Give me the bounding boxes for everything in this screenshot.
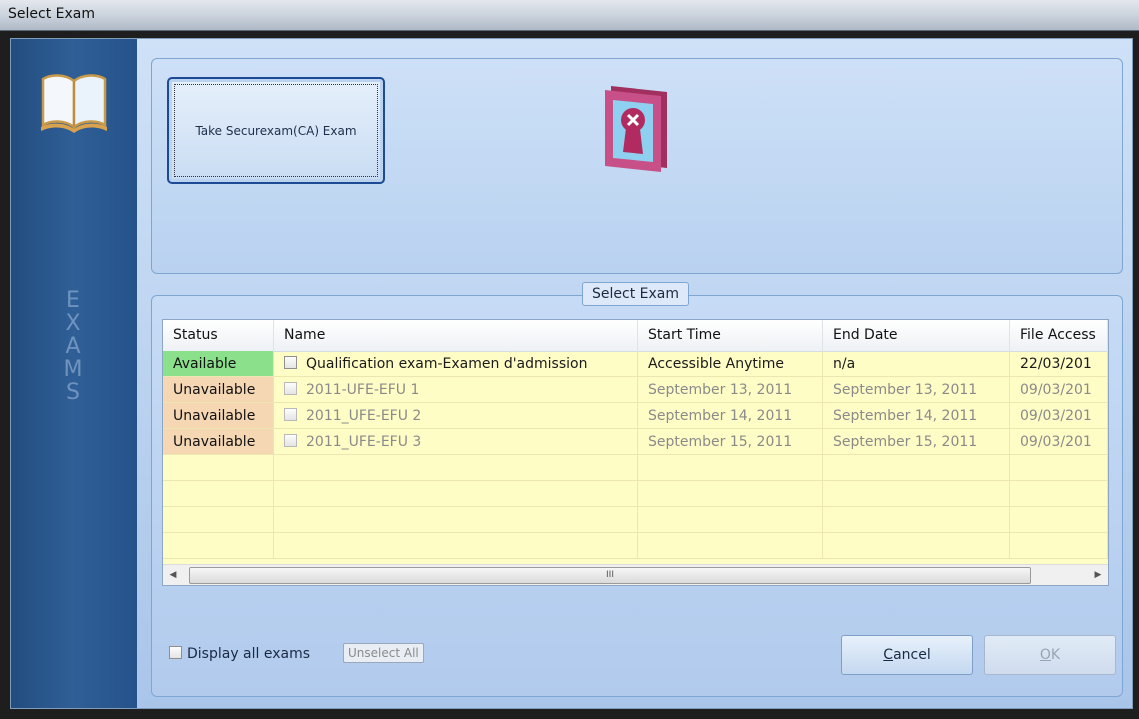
open-book-icon [41, 74, 107, 133]
end-date-cell: n/a [823, 351, 1010, 377]
sidebar: E X A M S [11, 39, 137, 708]
table-row[interactable]: Unavailable 2011_UFE-EFU 2 September 14,… [163, 403, 1108, 429]
end-date-cell: September 13, 2011 [823, 377, 1010, 403]
exam-name: 2011_UFE-EFU 2 [306, 408, 422, 424]
empty-cell [1010, 507, 1108, 533]
empty-cell [1010, 455, 1108, 481]
empty-cell [163, 481, 274, 507]
empty-row [163, 455, 1108, 481]
start-time-cell: Accessible Anytime [638, 351, 823, 377]
exam-name-cell: 2011-UFE-EFU 1 [274, 377, 638, 403]
exam-name: 2011_UFE-EFU 3 [306, 434, 422, 450]
sidebar-letter: M [63, 357, 83, 382]
exam-name-cell: 2011_UFE-EFU 3 [274, 429, 638, 455]
exam-launch-panel: Take Securexam(CA) Exam [151, 58, 1123, 274]
display-all-exams-checkbox[interactable]: Display all exams [169, 646, 310, 662]
table-row[interactable]: Unavailable 2011-UFE-EFU 1 September 13,… [163, 377, 1108, 403]
take-exam-button-label: Take Securexam(CA) Exam [174, 84, 378, 177]
empty-cell [163, 455, 274, 481]
sidebar-letter: E [66, 288, 80, 313]
empty-row [163, 507, 1108, 533]
column-header-file-access[interactable]: File Access [1010, 320, 1108, 351]
title-bar[interactable]: Select Exam [0, 0, 1139, 31]
file-access-cell: 09/03/201 [1010, 403, 1108, 429]
main-area: Take Securexam(CA) Exam Select Exam Stat… [137, 39, 1132, 708]
empty-cell [823, 455, 1010, 481]
empty-cell [163, 533, 274, 559]
lock-icon [605, 86, 667, 172]
empty-cell [823, 507, 1010, 533]
empty-cell [823, 533, 1010, 559]
status-badge: Available [163, 351, 274, 377]
exam-name-cell: 2011_UFE-EFU 2 [274, 403, 638, 429]
empty-cell [638, 481, 823, 507]
sidebar-letter: S [66, 380, 80, 405]
ok-label: K [1050, 647, 1061, 663]
grid-header: Status Name Start Time End Date File Acc… [163, 320, 1108, 352]
scroll-right-icon[interactable]: ▶ [1088, 565, 1108, 585]
exams-vertical-label: E X A M S [58, 289, 88, 404]
exam-name-cell: Qualification exam-Examen d'admission [274, 351, 638, 377]
group-title: Select Exam [582, 282, 689, 306]
ok-button[interactable]: OK [984, 635, 1116, 675]
end-date-cell: September 14, 2011 [823, 403, 1010, 429]
table-row[interactable]: Available Qualification exam-Examen d'ad… [163, 351, 1108, 377]
unselect-all-button[interactable]: Unselect All [343, 643, 424, 663]
start-time-cell: September 14, 2011 [638, 403, 823, 429]
window-title: Select Exam [8, 6, 95, 22]
display-all-label: Display all exams [187, 646, 311, 662]
empty-cell [1010, 481, 1108, 507]
empty-cell [274, 481, 638, 507]
empty-cell [638, 455, 823, 481]
display-all-checkbox-box[interactable] [169, 646, 182, 659]
scroll-left-icon[interactable]: ◀ [163, 565, 183, 585]
row-checkbox[interactable] [284, 356, 297, 369]
column-header-end-date[interactable]: End Date [823, 320, 1010, 351]
row-checkbox[interactable] [284, 382, 297, 395]
cancel-mnemonic: C [883, 647, 894, 663]
empty-row [163, 533, 1108, 559]
start-time-cell: September 15, 2011 [638, 429, 823, 455]
scroll-thumb[interactable]: III [189, 567, 1031, 584]
take-exam-button[interactable]: Take Securexam(CA) Exam [167, 77, 385, 184]
row-checkbox[interactable] [284, 408, 297, 421]
empty-row [163, 481, 1108, 507]
table-row[interactable]: Unavailable 2011_UFE-EFU 3 September 15,… [163, 429, 1108, 455]
ok-mnemonic: O [1039, 647, 1051, 663]
empty-cell [638, 507, 823, 533]
status-badge: Unavailable [163, 377, 274, 403]
exam-name: Qualification exam-Examen d'admission [306, 356, 588, 372]
cancel-label: ancel [893, 647, 931, 663]
sidebar-letter: X [65, 311, 81, 336]
exam-name: 2011-UFE-EFU 1 [306, 382, 420, 398]
empty-cell [823, 481, 1010, 507]
empty-cell [163, 507, 274, 533]
start-time-cell: September 13, 2011 [638, 377, 823, 403]
column-header-name[interactable]: Name [274, 320, 638, 351]
dialog-frame: E X A M S Take Securexam(CA) Exam Select… [10, 38, 1133, 709]
cancel-button[interactable]: Cancel [841, 635, 973, 675]
scroll-grip: III [606, 570, 614, 580]
horizontal-scrollbar[interactable]: ◀ III ▶ [163, 564, 1108, 585]
file-access-cell: 09/03/201 [1010, 377, 1108, 403]
sidebar-letter: A [65, 334, 81, 359]
status-badge: Unavailable [163, 429, 274, 455]
empty-cell [638, 533, 823, 559]
empty-cell [274, 533, 638, 559]
row-checkbox[interactable] [284, 434, 297, 447]
column-header-status[interactable]: Status [163, 320, 274, 351]
end-date-cell: September 15, 2011 [823, 429, 1010, 455]
status-badge: Unavailable [163, 403, 274, 429]
file-access-cell: 09/03/201 [1010, 429, 1108, 455]
exam-grid: Status Name Start Time End Date File Acc… [162, 319, 1109, 586]
empty-cell [1010, 533, 1108, 559]
column-header-start-time[interactable]: Start Time [638, 320, 823, 351]
select-exam-group: Select Exam Status Name Start Time End D… [151, 282, 1123, 697]
empty-cell [274, 455, 638, 481]
empty-cell [274, 507, 638, 533]
select-exam-window: Select Exam E X A M S Take Securexam(CA)… [0, 0, 1139, 719]
file-access-cell: 22/03/201 [1010, 351, 1108, 377]
